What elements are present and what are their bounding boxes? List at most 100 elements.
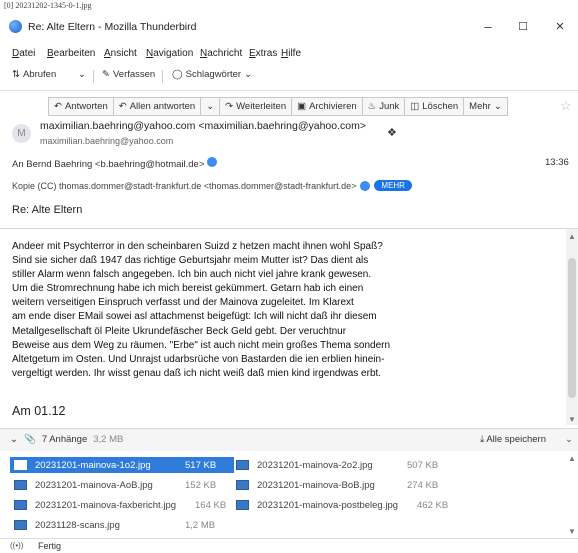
message-body: Andeer mit Psychterror in den scheinbare… <box>12 240 562 390</box>
menu-ansicht[interactable]: Ansicht <box>104 48 137 59</box>
more-recipients-badge[interactable]: MEHR <box>374 180 412 191</box>
forward-icon: ↷ <box>225 101 234 112</box>
body-line: Altetgetum im Osten. Und Unrajst udarbsr… <box>12 353 385 365</box>
reply-all-button[interactable]: ↶ Allen antworten <box>112 97 202 116</box>
menu-bearbeiten[interactable]: Bearbeiten <box>47 48 95 59</box>
from-address[interactable]: maximilian.baehring@yahoo.com <maximilia… <box>40 120 366 132</box>
attachment-name: 20231201-mainova-faxbericht.jpg <box>35 499 177 511</box>
save-all-button[interactable]: ⤓ Alle speichern <box>480 434 546 445</box>
attachments-scroll-up-icon[interactable]: ▲ <box>568 454 576 463</box>
save-all-label: Alle speichern <box>486 434 546 445</box>
menu-nachricht[interactable]: Nachricht <box>200 48 242 59</box>
image-file-icon <box>236 460 249 470</box>
chevron-down-icon: ⌄ <box>78 69 86 80</box>
image-file-icon <box>14 500 27 510</box>
cc-line: Kopie (CC) thomas.dommer@stadt-frankfurt… <box>12 180 412 191</box>
chevron-down-icon: ⌄ <box>206 101 215 112</box>
attachment-item[interactable]: 20231128-scans.jpg 1,2 MB <box>14 517 224 533</box>
archive-button[interactable]: ▣ Archivieren <box>291 97 363 116</box>
attachment-name: 20231201-mainova-2o2.jpg <box>257 459 373 471</box>
menu-hilfe[interactable]: Hilfe <box>281 48 301 59</box>
attachment-size: 1,2 MB <box>185 519 216 531</box>
more-button[interactable]: Mehr ⌄ <box>463 97 508 116</box>
body-divider <box>0 228 578 229</box>
image-file-icon <box>236 500 249 510</box>
to-address: An Bernd Baehring <b.baehring@hotmail.de… <box>12 159 205 170</box>
status-bar: ((•)) Fertig <box>0 538 578 553</box>
body-line: Beweise aus dem Weg zu räumen. "Erbe" is… <box>12 339 391 351</box>
from-subaddress: maximilian.baehring@yahoo.com <box>40 136 174 146</box>
more-label: Mehr <box>469 101 491 112</box>
address-book-icon <box>207 157 218 167</box>
compose-button[interactable]: ✎ Verfassen <box>102 69 155 80</box>
cc-address[interactable]: Kopie (CC) thomas.dommer@stadt-frankfurt… <box>12 181 356 191</box>
toolbar-separator <box>162 70 163 83</box>
download-icon: ⤓ <box>480 434 485 445</box>
attachment-item[interactable]: 20231201-mainova-BoB.jpg 274 KB <box>236 477 446 493</box>
attachment-size: 517 KB <box>185 459 217 471</box>
menu-extras[interactable]: Extras <box>249 48 277 59</box>
body-line: Um die Stromrechnung habe ich mich berei… <box>12 283 364 295</box>
junk-label: Junk <box>379 101 400 112</box>
attachment-name: 20231128-scans.jpg <box>35 519 120 531</box>
body-scroll-thumb[interactable] <box>568 258 576 398</box>
attachment-item[interactable]: 20231201-mainova-postbeleg.jpg 462 KB <box>236 497 456 513</box>
attachment-name: 20231201-mainova-AoB.jpg <box>35 479 153 491</box>
menu-navigation[interactable]: Navigation <box>146 48 193 59</box>
attachment-size: 462 KB <box>417 499 449 511</box>
attachment-item[interactable]: 20231201-mainova-1o2.jpg 517 KB <box>10 457 234 473</box>
main-toolbar: ⇅ Abrufen ⌄ ✎ Verfassen ◯ Schlagwörter ⌄ <box>0 66 578 86</box>
to-line[interactable]: An Bernd Baehring <b.baehring@hotmail.de… <box>12 157 218 170</box>
chevron-down-icon: ⌄ <box>244 69 253 80</box>
reply-button[interactable]: ↶ Antworten <box>48 97 114 116</box>
body-line: am ende diser EMail sowei asl attachmens… <box>12 311 377 323</box>
body-line: weitern verseitigen Einspruch verfasst u… <box>12 297 354 309</box>
paperclip-icon: 📎 <box>23 434 36 445</box>
junk-button[interactable]: ♨ Junk <box>361 97 406 116</box>
archive-icon: ▣ <box>297 101 307 112</box>
address-book-icon <box>360 180 371 191</box>
image-file-icon <box>14 460 27 470</box>
body-line: Sind sie sicher daß 1947 das richtige Ge… <box>12 255 369 267</box>
minimize-button[interactable]: – <box>478 19 498 35</box>
attachment-item[interactable]: 20231201-mainova-2o2.jpg 507 KB <box>236 457 446 473</box>
compose-label: Verfassen <box>112 69 156 80</box>
attachment-item[interactable]: 20231201-mainova-faxbericht.jpg 164 KB <box>14 497 234 513</box>
toolbar-separator <box>93 70 94 83</box>
attachment-count: 7 Anhänge <box>41 434 88 445</box>
attachment-list: 20231201-mainova-1o2.jpg 517 KB 20231201… <box>0 452 578 538</box>
scroll-down-icon[interactable]: ▼ <box>568 415 576 424</box>
pencil-icon: ✎ <box>102 69 110 80</box>
body-line: stiller Alarm wenn falsch angegeben. Ich… <box>12 269 372 281</box>
archive-label: Archivieren <box>309 101 357 112</box>
image-caption: [0] 20231202-1345-0-1.jpg <box>4 1 92 10</box>
forward-button[interactable]: ↷ Weiterleiten <box>219 97 293 116</box>
menu-bar: Datei Bearbeiten Ansicht Navigation Nach… <box>0 45 578 63</box>
get-messages-dropdown[interactable]: ⌄ <box>78 69 86 80</box>
scroll-up-icon[interactable]: ▲ <box>568 232 576 241</box>
attachment-bar: ⌄ 📎 7 Anhänge 3,2 MB ⤓ Alle speichern ⌄ <box>0 428 578 451</box>
save-all-dropdown[interactable]: ⌄ <box>565 434 573 445</box>
attachment-item[interactable]: 20231201-mainova-AoB.jpg 152 KB <box>14 477 224 493</box>
reply-all-label: Allen antworten <box>129 101 196 112</box>
status-text: Fertig <box>38 541 62 551</box>
reply-dropdown[interactable]: ⌄ <box>200 97 221 116</box>
delete-button[interactable]: ◫ Löschen <box>404 97 465 116</box>
chevron-down-icon: ⌄ <box>493 101 502 112</box>
forward-label: Weiterleiten <box>236 101 287 112</box>
image-file-icon <box>14 520 27 530</box>
attachment-name: 20231201-mainova-BoB.jpg <box>257 479 375 491</box>
tags-button[interactable]: ◯ Schlagwörter ⌄ <box>172 69 252 80</box>
maximize-button[interactable]: ☐ <box>513 19 533 35</box>
attachments-scroll-down-icon[interactable]: ▼ <box>568 527 576 536</box>
title-bar: Re: Alte Eltern - Mozilla Thunderbird – … <box>0 14 578 40</box>
menu-datei[interactable]: Datei <box>12 48 35 59</box>
attachment-toggle[interactable]: ⌄ 📎 7 Anhänge 3,2 MB <box>10 434 123 445</box>
attachment-size: 152 KB <box>185 479 217 491</box>
star-icon[interactable]: ☆ <box>560 98 572 114</box>
close-button[interactable]: ✕ <box>550 19 570 35</box>
attachment-size: 164 KB <box>195 499 227 511</box>
reply-icon: ↶ <box>54 101 62 112</box>
get-messages-button[interactable]: ⇅ Abrufen <box>12 69 56 80</box>
activity-icon: ((•)) <box>10 541 24 550</box>
